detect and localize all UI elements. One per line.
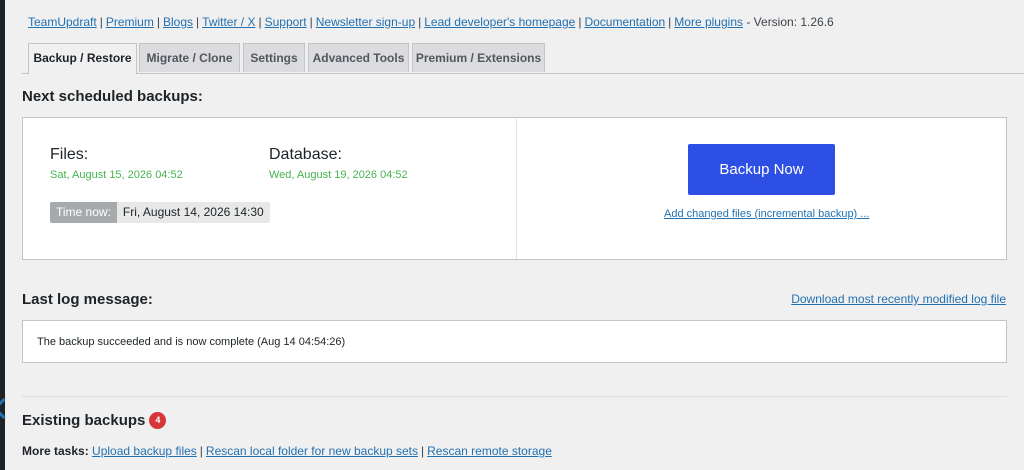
- link-separator: |: [418, 15, 422, 29]
- time-now: Time now: Fri, August 14, 2026 14:30: [50, 202, 270, 223]
- database-next-date: Wed, August 19, 2026 04:52: [269, 169, 408, 181]
- tab-backup-restore[interactable]: Backup / Restore: [28, 43, 137, 74]
- link-documentation[interactable]: Documentation: [584, 15, 665, 29]
- link-separator: |: [196, 15, 200, 29]
- existing-backups-title: Existing backups 4: [22, 412, 167, 429]
- download-log-link[interactable]: Download most recently modified log file: [791, 292, 1006, 306]
- link-separator: |: [578, 15, 582, 29]
- time-now-value: Fri, August 14, 2026 14:30: [116, 202, 270, 223]
- schedule-panel: Files: Sat, August 15, 2026 04:52 Databa…: [22, 117, 1007, 260]
- existing-backups-label: Existing backups: [22, 412, 146, 429]
- last-log-title: Last log message:: [22, 291, 153, 308]
- link-separator: |: [309, 15, 313, 29]
- upload-backup-files-link[interactable]: Upload backup files: [92, 444, 197, 458]
- link-more-plugins[interactable]: More plugins: [674, 15, 743, 29]
- link-teamupdraft[interactable]: TeamUpdraft: [28, 15, 97, 29]
- link-separator: |: [99, 15, 103, 29]
- log-message-box: The backup succeeded and is now complete…: [22, 320, 1007, 363]
- plugin-top-links: TeamUpdraft | Premium | Blogs | Twitter / X | Su…: [28, 15, 834, 29]
- link-lead-developer[interactable]: Lead developer's homepage: [424, 15, 575, 29]
- rescan-local-folder-link[interactable]: Rescan local folder for new backup sets: [206, 444, 418, 458]
- link-premium[interactable]: Premium: [106, 15, 154, 29]
- time-now-label: Time now:: [50, 202, 117, 223]
- tab-settings[interactable]: Settings: [243, 43, 305, 72]
- version-text: - Version: 1.26.6: [746, 15, 834, 29]
- log-message-text: The backup succeeded and is now complete…: [37, 336, 346, 348]
- link-separator: |: [258, 15, 262, 29]
- link-support[interactable]: Support: [265, 15, 307, 29]
- tab-migrate-clone[interactable]: Migrate / Clone: [139, 43, 240, 72]
- panel-divider: [516, 118, 517, 259]
- link-separator: |: [156, 15, 160, 29]
- files-next-date: Sat, August 15, 2026 04:52: [50, 169, 183, 181]
- link-separator: |: [668, 15, 672, 29]
- backup-count-badge: 4: [149, 412, 167, 429]
- next-scheduled-title: Next scheduled backups:: [22, 88, 203, 105]
- link-twitter[interactable]: Twitter / X: [202, 15, 255, 29]
- link-newsletter[interactable]: Newsletter sign-up: [316, 15, 415, 29]
- database-label: Database:: [269, 146, 342, 163]
- files-label: Files:: [50, 146, 89, 163]
- incremental-backup-link[interactable]: Add changed files (incremental backup) .…: [664, 208, 869, 220]
- task-separator: |: [421, 444, 425, 458]
- collapse-chevron-icon[interactable]: [0, 395, 6, 421]
- rescan-remote-storage-link[interactable]: Rescan remote storage: [427, 444, 552, 458]
- more-tasks-label: More tasks:: [22, 444, 89, 458]
- tab-advanced-tools[interactable]: Advanced Tools: [308, 43, 409, 72]
- nav-tabs: Backup / Restore Migrate / Clone Setting…: [22, 43, 1024, 74]
- section-divider: [22, 396, 1007, 397]
- link-blogs[interactable]: Blogs: [163, 15, 193, 29]
- task-separator: |: [199, 444, 203, 458]
- backup-now-button[interactable]: Backup Now: [688, 144, 835, 195]
- more-tasks: More tasks: Upload backup files | Rescan l…: [22, 444, 552, 458]
- tab-premium-extensions[interactable]: Premium / Extensions: [412, 43, 545, 72]
